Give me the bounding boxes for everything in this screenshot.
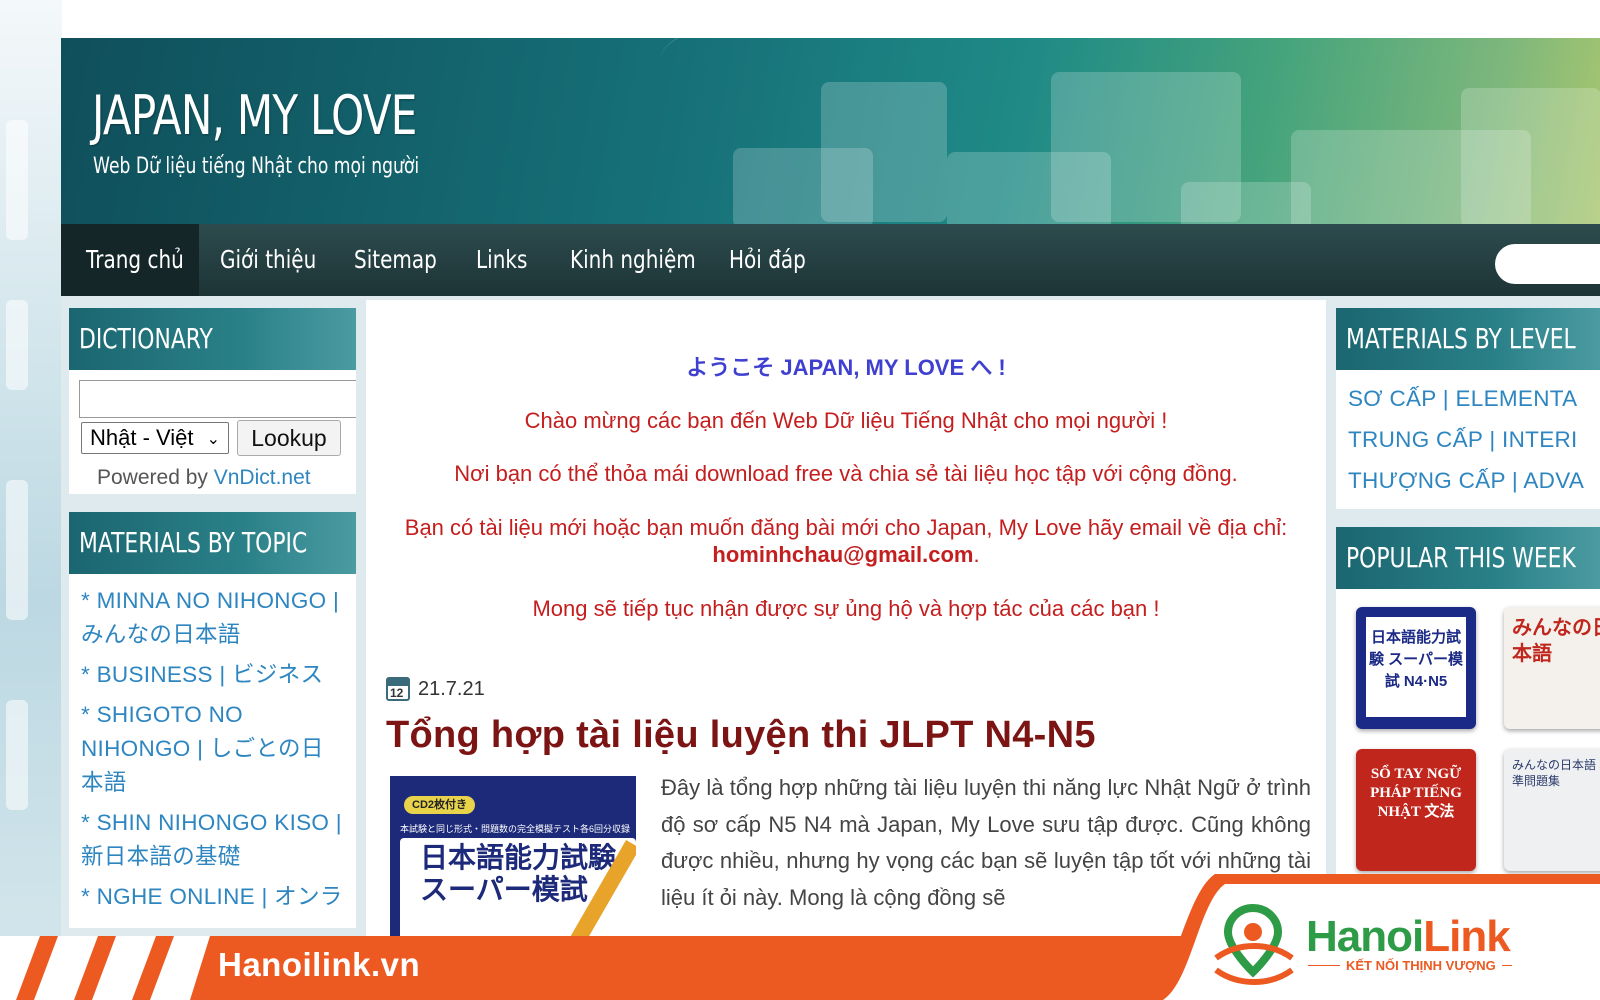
nav-item-sitemap[interactable]: Sitemap (354, 224, 437, 296)
levels-widget-title: MATERIALS BY LEVEL (1336, 308, 1600, 370)
dictionary-search-input[interactable] (79, 380, 356, 418)
popular-book-1-title: 日本語能力試験 スーパー模試 N4·N5 (1366, 617, 1466, 717)
nav-item-kinh-nghiem[interactable]: Kinh nghiệm (570, 224, 696, 296)
topic-link-business[interactable]: * BUSINESS | ビジネス (81, 658, 344, 692)
nav-item-links[interactable]: Links (476, 224, 527, 296)
topic-link-minna[interactable]: * MINNA NO NIHONGO | みんなの日本語 (81, 584, 344, 652)
welcome-title: ようこそ JAPAN, MY LOVE へ ! (686, 355, 1006, 380)
welcome-line-3: Bạn có tài liệu mới hoặc bạn muốn đăng b… (404, 515, 1288, 540)
powered-by-text: Powered by VnDict.net (97, 466, 311, 490)
levels-widget: MATERIALS BY LEVEL SƠ CẤP | ELEMENTA TRU… (1336, 308, 1600, 509)
popular-book-2-title: みんなの日本語 (1512, 617, 1600, 665)
topic-link-shin-nihongo[interactable]: * SHIN NIHONGO KISO | 新日本語の基礎 (81, 806, 344, 874)
dictionary-form: Nhật - Việt ⌄ Lookup Powered by VnDict.n… (69, 370, 356, 494)
topics-widget-title: MATERIALS BY TOPIC (69, 512, 356, 574)
popular-widget: POPULAR THIS WEEK 日本語能力試験 スーパー模試 N4·N5 み… (1336, 527, 1600, 879)
vndict-link[interactable]: VnDict.net (214, 466, 311, 489)
welcome-line-1: Chào mừng các bạn đến Web Dữ liệu Tiếng … (524, 408, 1168, 433)
topic-link-shigoto[interactable]: * SHIGOTO NO NIHONGO | しごとの日本語 (81, 698, 344, 800)
level-link-so-cap[interactable]: SƠ CẤP | ELEMENTA (1348, 378, 1600, 419)
site-title[interactable]: JAPAN, MY LOVE (92, 84, 417, 147)
hanoilink-logo-wordmark[interactable]: HanoiLink (1306, 912, 1511, 962)
top-white-strip (0, 0, 1600, 38)
nav-search-input[interactable] (1495, 244, 1600, 284)
dictionary-widget: DICTIONARY Nhật - Việt ⌄ Lookup Powered … (69, 308, 356, 494)
logo-slogan: KẾT NỐI THỊNH VƯỢNG (1340, 958, 1502, 973)
left-sidebar: DICTIONARY Nhật - Việt ⌄ Lookup Powered … (69, 308, 356, 946)
email-period: . (973, 542, 980, 567)
popular-widget-title: POPULAR THIS WEEK (1336, 527, 1600, 589)
popular-books: 日本語能力試験 スーパー模試 N4·N5 みんなの日本語 SỔ TAY NGỮ … (1336, 589, 1600, 879)
welcome-line-2: Nơi bạn có thể thỏa mái download free và… (454, 461, 1238, 486)
nav-item-trang-chu[interactable]: Trang chủ (86, 224, 184, 296)
popular-book-4-title: みんなの日本語 標準問題集 (1512, 758, 1600, 788)
dictionary-language-value: Nhật - Việt (90, 425, 194, 450)
contact-email[interactable]: hominhchau@gmail.com (712, 542, 973, 567)
page-background-left (0, 0, 62, 1000)
calendar-icon: 12 (386, 677, 410, 701)
popular-book-4[interactable]: みんなの日本語 標準問題集 (1504, 749, 1600, 871)
topics-widget: MATERIALS BY TOPIC * MINNA NO NIHONGO | … (69, 512, 356, 928)
post-date: 12 21.7.21 (386, 677, 485, 701)
hanoilink-logo-icon (1214, 903, 1294, 985)
topic-list: * MINNA NO NIHONGO | みんなの日本語 * BUSINESS … (69, 574, 356, 928)
dictionary-widget-title: DICTIONARY (69, 308, 356, 370)
post-date-text: 21.7.21 (418, 677, 485, 700)
site-header: JAPAN, MY LOVE Web Dữ liệu tiếng Nhật ch… (61, 38, 1600, 224)
promo-stripes (0, 936, 210, 1000)
welcome-line-4: Mong sẽ tiếp tục nhận được sự ủng hộ và … (532, 596, 1160, 621)
powered-by-label: Powered by (97, 466, 208, 489)
chevron-down-icon: ⌄ (206, 431, 220, 448)
site-description: Web Dữ liệu tiếng Nhật cho mọi người (93, 154, 420, 179)
dictionary-language-select[interactable]: Nhật - Việt ⌄ (81, 422, 229, 454)
right-sidebar: MATERIALS BY LEVEL SƠ CẤP | ELEMENTA TRU… (1336, 308, 1600, 897)
popular-book-3[interactable]: SỔ TAY NGỮ PHÁP TIẾNG NHẬT 文法 (1356, 749, 1476, 871)
header-decoration (821, 82, 947, 222)
main-navigation: Trang chủ Giới thiệu Sitemap Links Kinh … (61, 224, 1600, 296)
level-link-thuong-cap[interactable]: THƯỢNG CẤP | ADVA (1348, 460, 1600, 501)
nav-item-gioi-thieu[interactable]: Giới thiệu (220, 224, 316, 296)
logo-link-text: Link (1423, 912, 1510, 961)
popular-book-3-title: SỔ TAY NGỮ PHÁP TIẾNG NHẬT 文法 (1370, 766, 1462, 820)
popular-book-1[interactable]: 日本語能力試験 スーパー模試 N4·N5 (1356, 607, 1476, 729)
level-list: SƠ CẤP | ELEMENTA TRUNG CẤP | INTERI THƯ… (1336, 370, 1600, 509)
website: JAPAN, MY LOVE Web Dữ liệu tiếng Nhật ch… (61, 38, 1600, 1000)
lookup-button[interactable]: Lookup (237, 420, 341, 456)
level-link-trung-cap[interactable]: TRUNG CẤP | INTERI (1348, 419, 1600, 460)
thumb-subtitle: 本試験と同じ形式・問題数の完全模擬テスト各6回分収録 (400, 824, 631, 834)
popular-book-2[interactable]: みんなの日本語 (1504, 607, 1600, 729)
nav-item-hoi-dap[interactable]: Hỏi đáp (729, 224, 806, 296)
thumb-main-title: 日本語能力試験 スーパー模試 (420, 842, 617, 905)
topic-link-nghe-online[interactable]: * NGHE ONLINE | オンラ (81, 880, 344, 914)
header-decoration (1461, 88, 1600, 224)
welcome-email-line: hominhchau@gmail.com. (366, 542, 1326, 568)
logo-hanoi-text: Hanoi (1306, 912, 1424, 961)
thumb-cd-badge: CD2枚付き (404, 796, 476, 814)
post-title[interactable]: Tổng hợp tài liệu luyện thi JLPT N4-N5 (386, 714, 1096, 757)
promo-url[interactable]: Hanoilink.vn (218, 946, 420, 984)
